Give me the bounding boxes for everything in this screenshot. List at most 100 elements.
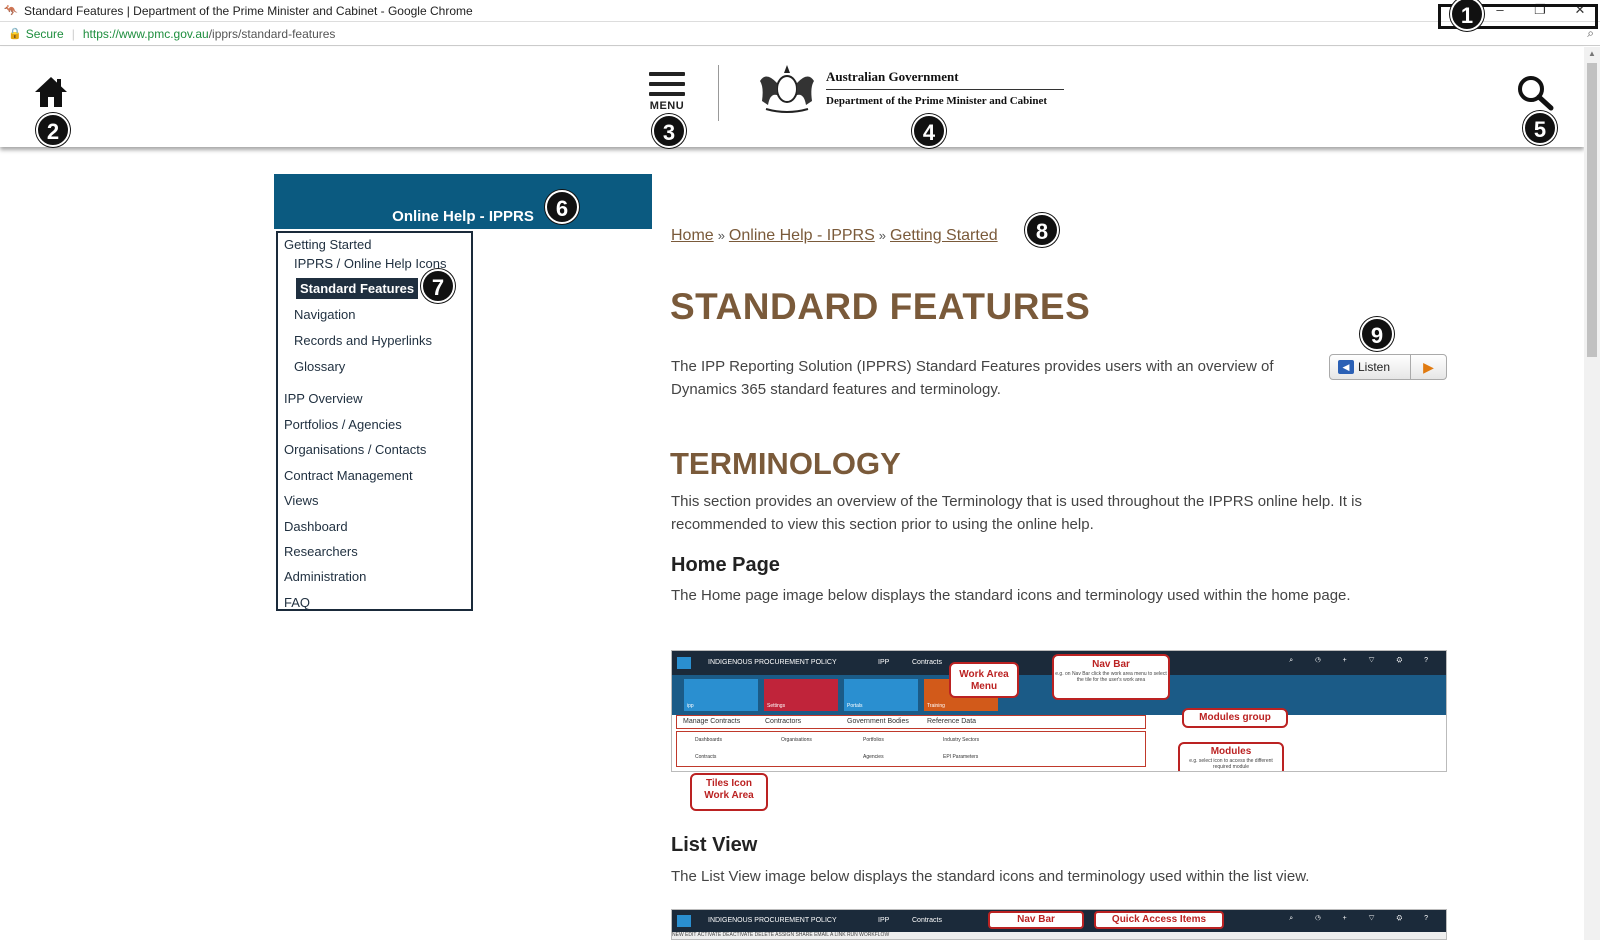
sidebar-item-contract-management[interactable]: Contract Management xyxy=(284,468,413,483)
home-page-heading: Home Page xyxy=(671,554,780,576)
breadcrumb-separator: » xyxy=(878,228,886,243)
list-callout-nav-bar: Nav Bar xyxy=(988,911,1084,929)
menu-label: MENU xyxy=(649,100,685,112)
sidebar-item-ipp-overview[interactable]: IPP Overview xyxy=(284,391,363,406)
browser-titlebar: 🦘 Standard Features | Department of the … xyxy=(0,0,1600,22)
breadcrumb-current[interactable]: Getting Started xyxy=(890,227,998,244)
address-separator: | xyxy=(71,26,75,41)
shot-tile-ipp: ipp xyxy=(684,679,758,711)
sidebar-item-getting-started[interactable]: Getting Started xyxy=(284,237,371,252)
list-callout-quick-access: Quick Access Items xyxy=(1094,911,1224,929)
terminology-heading: TERMINOLOGY xyxy=(670,446,901,481)
address-bar[interactable]: 🔒 Secure | https://www.pmc.gov.au /ipprs… xyxy=(0,22,1600,46)
breadcrumb-section[interactable]: Online Help - IPPRS xyxy=(729,227,875,244)
sidebar-item-records-hyperlinks[interactable]: Records and Hyperlinks xyxy=(294,333,432,348)
shot-group-government-bodies: Government Bodies xyxy=(847,718,909,725)
shot-module-epi-parameters: EPI Parameters xyxy=(943,754,979,760)
government-logo[interactable]: Australian Government Department of the … xyxy=(752,61,1064,115)
home-page-text: The Home page image below displays the s… xyxy=(671,587,1351,604)
list-tiles-grid-icon xyxy=(677,915,691,927)
scroll-up-icon[interactable]: ▲ xyxy=(1584,49,1600,58)
shot-group-contractors: Contractors xyxy=(765,718,802,725)
list-view-heading: List View xyxy=(671,834,758,856)
gov-line-1: Australian Government xyxy=(826,69,1064,90)
sidebar-item-portfolios-agencies[interactable]: Portfolios / Agencies xyxy=(284,417,402,432)
sidebar-item-glossary[interactable]: Glossary xyxy=(294,359,345,374)
shot-module-organisations: Organisations xyxy=(781,737,812,743)
callout-tiles-icon: Tiles Icon Work Area xyxy=(690,773,768,811)
sidebar-item-faq[interactable]: FAQ xyxy=(284,595,310,610)
shot-modules-group-row: Manage Contracts Contractors Government … xyxy=(676,715,1146,729)
list-view-text: The List View image below displays the s… xyxy=(671,868,1310,885)
shot-app-name: INDIGENOUS PROCUREMENT POLICY xyxy=(708,659,837,666)
shot-module-portfolios: Portfolios xyxy=(863,737,884,743)
callout-modules-group: Modules group xyxy=(1182,708,1288,728)
lock-icon: 🔒 xyxy=(8,28,22,40)
page-title: STANDARD FEATURES xyxy=(670,286,1091,327)
hamburger-icon-bar xyxy=(649,92,685,96)
speaker-icon: ◀ xyxy=(1338,360,1354,374)
marker-6: 6 xyxy=(545,190,579,224)
sidebar-item-researchers[interactable]: Researchers xyxy=(284,544,358,559)
menu-button[interactable]: MENU xyxy=(645,72,689,116)
sidebar-item-standard-features[interactable]: Standard Features xyxy=(296,278,419,299)
sidebar-item-dashboard[interactable]: Dashboard xyxy=(284,519,348,534)
sidebar-title[interactable]: Online Help - IPPRS xyxy=(274,174,652,229)
gov-line-2: Department of the Prime Minister and Cab… xyxy=(826,95,1047,107)
terminology-text: This section provides an overview of the… xyxy=(671,493,1362,533)
marker-7: 7 xyxy=(421,269,455,303)
sidebar-item-organisations-contacts[interactable]: Organisations / Contacts xyxy=(284,442,426,457)
callout-modules: Modules e.g. select icon to access the d… xyxy=(1178,742,1284,771)
list-shot-app-name: INDIGENOUS PROCUREMENT POLICY xyxy=(708,917,837,924)
callout-modules-title: Modules xyxy=(1210,746,1252,757)
intro-text: The IPP Reporting Solution (IPPRS) Stand… xyxy=(671,358,1274,398)
marker-5: 5 xyxy=(1523,111,1557,145)
sidebar-item-views[interactable]: Views xyxy=(284,493,318,508)
marker-9: 9 xyxy=(1360,317,1394,351)
breadcrumb: Home» Online Help - IPPRS» Getting Started xyxy=(671,227,998,245)
list-shot-contracts: Contracts xyxy=(912,917,942,924)
marker-3: 3 xyxy=(652,114,686,148)
callout-nav-bar: Nav Bar e.g. on Nav Bar click the work a… xyxy=(1052,654,1170,700)
scrollbar-thumb[interactable] xyxy=(1587,63,1597,357)
window-title: Standard Features | Department of the Pr… xyxy=(24,3,473,18)
shot-group-reference-data: Reference Data xyxy=(927,718,977,725)
shot-module-contracts: Contracts xyxy=(695,754,717,760)
search-icon[interactable] xyxy=(1516,75,1554,111)
callout-nav-bar-title: Nav Bar xyxy=(1092,659,1130,670)
callout-nav-bar-note: e.g. on Nav Bar click the work area menu… xyxy=(1055,671,1167,683)
play-icon[interactable]: ▶ xyxy=(1410,355,1446,379)
sidebar-item-administration[interactable]: Administration xyxy=(284,569,366,584)
tiles-grid-icon xyxy=(677,657,691,669)
sidebar-item-navigation[interactable]: Navigation xyxy=(294,307,355,322)
site-favicon-icon: 🦘 xyxy=(4,4,18,17)
hamburger-icon-bar xyxy=(649,72,685,76)
shot-ipp: IPP xyxy=(878,659,890,666)
site-header: MENU Australian Government Department of… xyxy=(0,47,1584,147)
callout-work-area-menu: Work Area Menu xyxy=(949,662,1019,698)
list-shot-command-bar: NEW EDIT ACTIVATE DEACTIVATE DELETE ASSI… xyxy=(672,932,1446,939)
coat-of-arms-icon xyxy=(760,65,814,113)
shot-nav-icons: ⌕ ◷ + ▽ ⚙ ? xyxy=(1289,657,1438,664)
listen-label: Listen xyxy=(1358,360,1391,374)
marker-8: 8 xyxy=(1025,213,1059,247)
header-divider xyxy=(718,65,719,121)
page-scrollbar[interactable]: ▲ xyxy=(1584,47,1600,940)
home-page-screenshot: INDIGENOUS PROCUREMENT POLICY IPP Contra… xyxy=(671,650,1447,772)
breadcrumb-separator: » xyxy=(717,228,725,243)
list-shot-ipp: IPP xyxy=(878,917,890,924)
shot-group-manage-contracts: Manage Contracts xyxy=(683,718,741,725)
secure-label: Secure xyxy=(25,26,64,41)
shot-module-agencies: Agencies xyxy=(863,754,884,760)
shot-tile-settings: Settings xyxy=(764,679,838,711)
list-view-screenshot: INDIGENOUS PROCUREMENT POLICY IPP Contra… xyxy=(671,909,1447,940)
marker-2: 2 xyxy=(36,113,70,147)
hamburger-icon-bar xyxy=(649,82,685,86)
listen-button[interactable]: ◀ Listen ▶ xyxy=(1329,354,1447,380)
sidebar-item-ipprs-icons[interactable]: IPPRS / Online Help Icons xyxy=(294,256,446,271)
home-icon[interactable] xyxy=(33,75,69,109)
list-shot-nav-bar: INDIGENOUS PROCUREMENT POLICY IPP Contra… xyxy=(672,910,1446,932)
shot-module-industry-sectors: Industry Sectors xyxy=(943,737,980,743)
breadcrumb-home[interactable]: Home xyxy=(671,227,714,244)
marker-4: 4 xyxy=(912,114,946,148)
